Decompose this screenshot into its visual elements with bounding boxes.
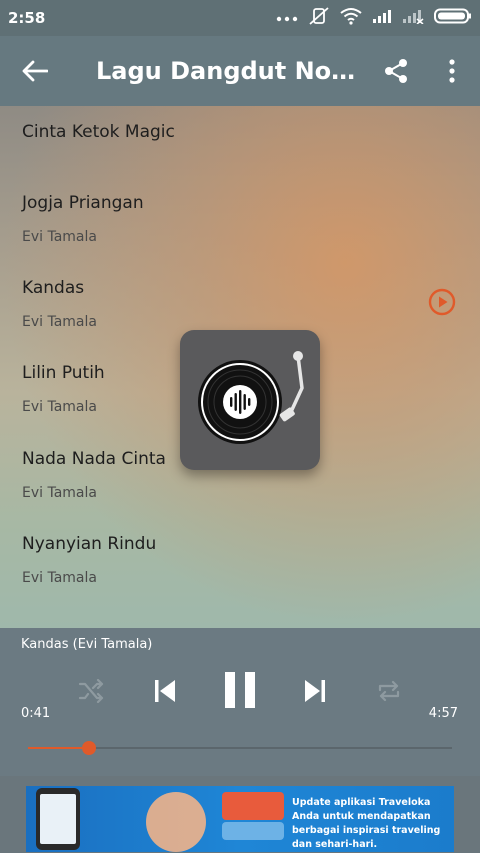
- current-time: 0:41: [21, 706, 51, 721]
- back-button[interactable]: [0, 36, 70, 106]
- now-playing-label: Kandas (Evi Tamala): [21, 637, 153, 652]
- overflow-menu-button[interactable]: [424, 36, 480, 106]
- wifi-icon: [340, 7, 362, 29]
- ad-copy: Update aplikasi Traveloka Anda untuk men…: [292, 797, 441, 850]
- list-item[interactable]: Kandas Evi Tamala: [22, 278, 97, 330]
- signal-icon: [372, 8, 392, 28]
- status-icons: [276, 6, 472, 30]
- more-dots-icon: [276, 9, 298, 27]
- now-playing-indicator-icon[interactable]: [428, 288, 456, 316]
- pause-icon: [225, 672, 255, 708]
- song-title: Kandas: [22, 278, 85, 298]
- total-time: 4:57: [428, 706, 458, 721]
- song-title: Lilin Putih: [22, 363, 105, 383]
- repeat-button[interactable]: [374, 676, 404, 706]
- song-artist: Evi Tamala: [22, 570, 97, 586]
- song-title: Jogja Priangan: [22, 193, 144, 213]
- repeat-icon: [378, 680, 400, 702]
- song-artist: Evi Tamala: [22, 314, 97, 330]
- mini-player: Kandas (Evi Tamala) 0:41 4:57: [0, 628, 480, 776]
- page-title: Lagu Dangdut Nost…: [96, 57, 356, 85]
- seek-bar-progress: [28, 747, 89, 749]
- shuffle-icon: [78, 679, 104, 703]
- turntable-logo-icon: [180, 330, 320, 470]
- app-bar: Lagu Dangdut Nost…: [0, 36, 480, 106]
- song-title: Nada Nada Cinta: [22, 449, 166, 469]
- song-list: Cinta Ketok Magic Jogja Priangan Evi Tam…: [0, 106, 480, 628]
- song-title: Cinta Ketok Magic: [22, 122, 175, 142]
- song-title: Nyanyian Rindu: [22, 534, 157, 554]
- ad-banner[interactable]: Update aplikasi Traveloka Anda untuk men…: [26, 786, 454, 852]
- song-artist: Evi Tamala: [22, 485, 97, 501]
- song-artist: Evi Tamala: [22, 399, 97, 415]
- ad-bar: Update aplikasi Traveloka Anda untuk men…: [0, 776, 480, 853]
- signal-no-sim-icon: [402, 8, 424, 28]
- share-icon: [385, 59, 407, 83]
- vibrate-off-icon: [308, 6, 330, 30]
- ad-badge: [222, 792, 284, 820]
- pause-button[interactable]: [218, 668, 262, 712]
- skip-next-icon: [305, 680, 325, 702]
- list-item[interactable]: Nada Nada Cinta Evi Tamala: [22, 449, 166, 501]
- share-button[interactable]: [368, 36, 424, 106]
- list-item[interactable]: Cinta Ketok Magic: [22, 122, 175, 142]
- seek-bar-thumb[interactable]: [82, 741, 96, 755]
- back-arrow-icon: [22, 60, 48, 82]
- skip-previous-icon: [155, 680, 175, 702]
- list-item[interactable]: Lilin Putih Evi Tamala: [22, 363, 105, 415]
- list-item[interactable]: Nyanyian Rindu Evi Tamala: [22, 534, 156, 586]
- list-item[interactable]: Jogja Priangan Evi Tamala: [22, 193, 144, 245]
- status-bar: 2:58: [0, 0, 480, 36]
- ad-illustration: [146, 792, 206, 852]
- previous-button[interactable]: [148, 674, 182, 708]
- ad-badge-secondary: [222, 822, 284, 840]
- shuffle-button[interactable]: [76, 676, 106, 706]
- next-button[interactable]: [298, 674, 332, 708]
- song-artist: Evi Tamala: [22, 229, 97, 245]
- more-vert-icon: [449, 59, 455, 83]
- status-time: 2:58: [8, 9, 46, 27]
- ad-phone-image: [36, 788, 80, 850]
- battery-icon: [434, 8, 472, 28]
